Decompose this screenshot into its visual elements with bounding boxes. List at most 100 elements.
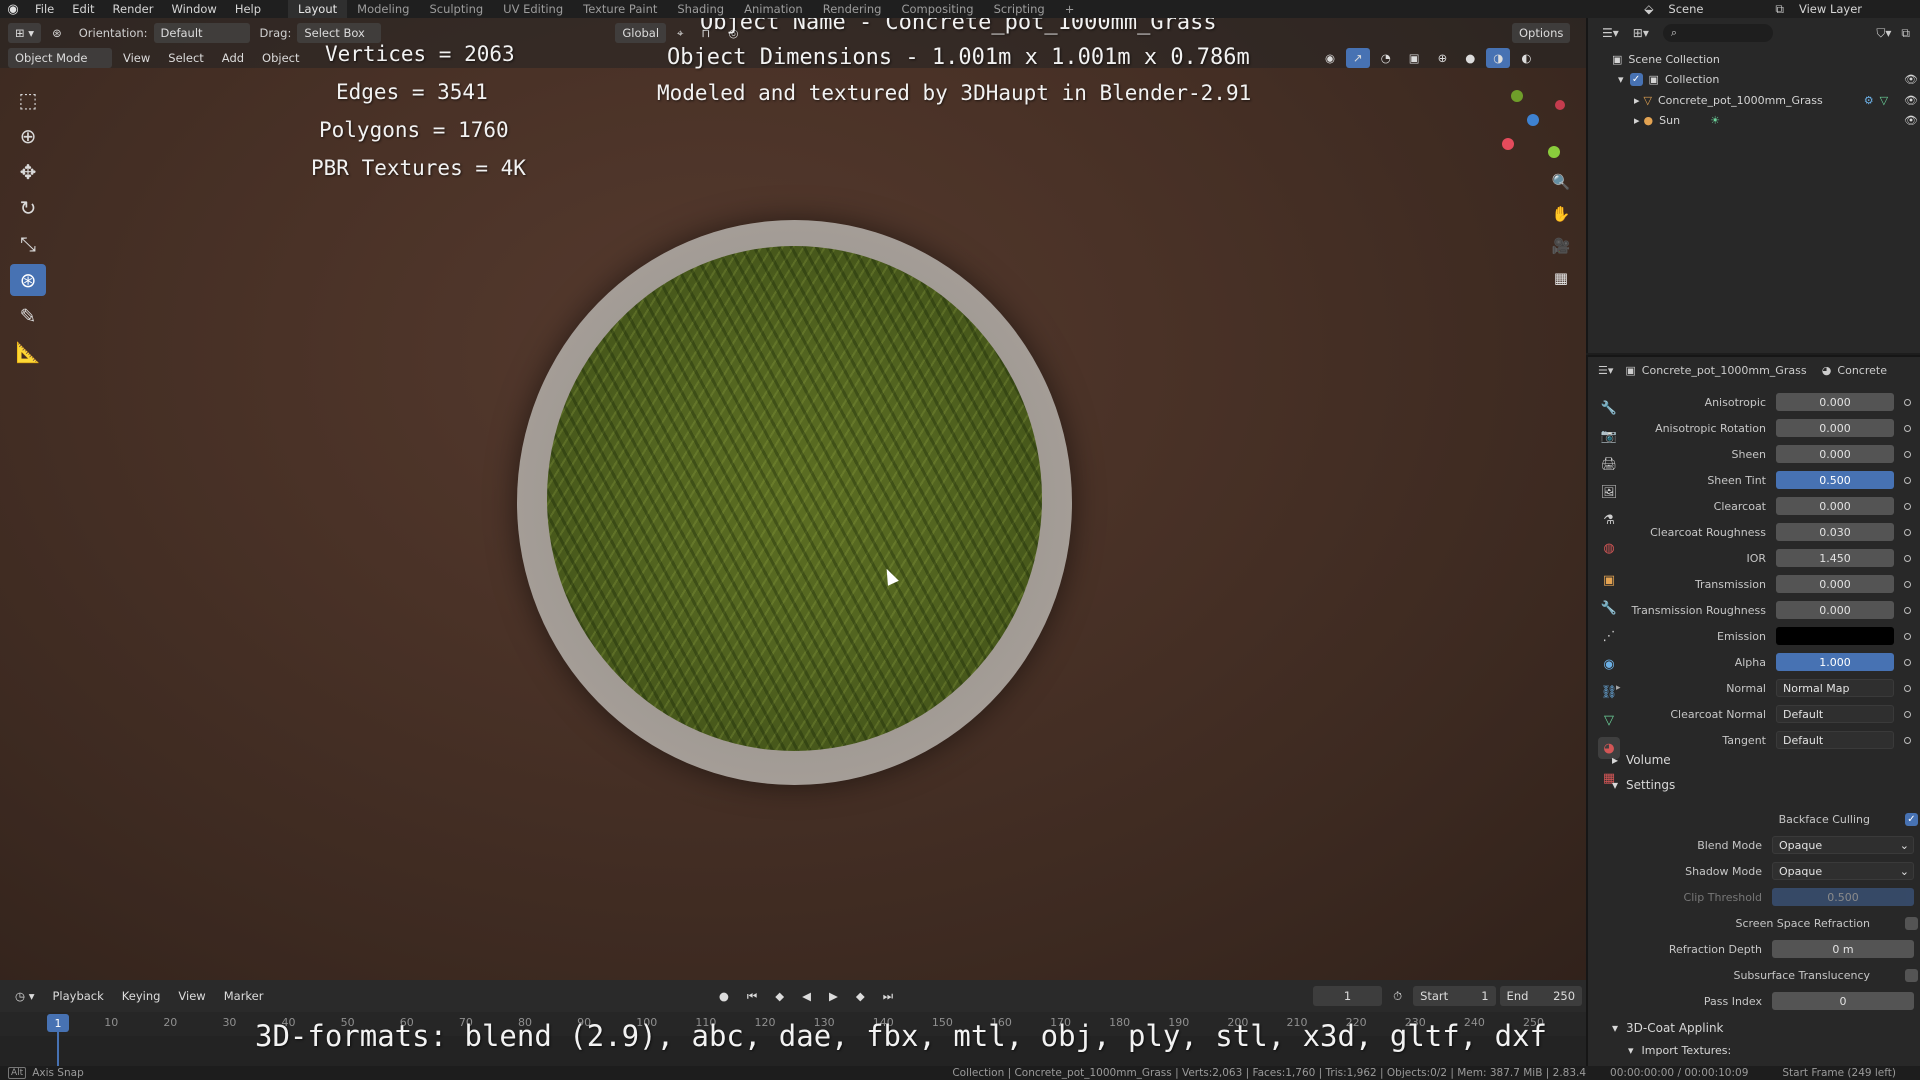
modifier-properties-icon[interactable]: 🔧 [1598, 597, 1620, 619]
zoom-icon[interactable]: 🔍 [1547, 168, 1575, 196]
properties-editor-type-icon[interactable]: ☰▾ [1598, 364, 1613, 377]
scene-icon[interactable]: ⬙ [1638, 2, 1659, 16]
data-properties-icon[interactable]: ▽ [1598, 709, 1620, 731]
menu-view[interactable]: View [116, 48, 157, 68]
start-frame-field[interactable]: Start 1 [1413, 986, 1496, 1006]
axis-y-icon[interactable] [1511, 90, 1523, 102]
gizmo-toggle-icon[interactable]: ↗ [1346, 48, 1370, 68]
menu-object[interactable]: Object [255, 48, 306, 68]
property-field[interactable]: 0.030 [1776, 523, 1894, 541]
menu-help[interactable]: Help [226, 0, 270, 18]
overlay-toggle-icon[interactable]: ◔ [1374, 48, 1398, 68]
perspective-toggle-icon[interactable]: ▦ [1547, 264, 1575, 292]
rotate-tool-icon[interactable]: ↻ [10, 192, 46, 224]
solid-shading-icon[interactable]: ● [1458, 48, 1482, 68]
material-shading-icon[interactable]: ◑ [1486, 48, 1511, 68]
socket-dot-icon[interactable] [1904, 580, 1911, 588]
tool-properties-icon[interactable]: 🔧 [1598, 397, 1620, 419]
particles-properties-icon[interactable]: ⋰ [1598, 625, 1620, 647]
tab-texture-paint[interactable]: Texture Paint [573, 0, 667, 18]
play-reverse-icon[interactable]: ◀ [795, 986, 818, 1006]
preview-range-icon[interactable]: ⏱ [1386, 986, 1409, 1006]
transform-tool-icon[interactable]: ⊛ [10, 264, 46, 296]
socket-dot-icon[interactable] [1904, 476, 1911, 484]
transform-orientation-dropdown[interactable]: Global [615, 23, 667, 43]
jump-start-icon[interactable]: ⏮ [740, 986, 764, 1006]
property-field[interactable]: 0.500 [1776, 471, 1894, 489]
object-row[interactable]: ▸ ▽ Concrete_pot_1000mm_Grass ⚙ ▽ 👁 [1634, 91, 1918, 109]
expand-arrow-icon[interactable]: ▸ [1634, 114, 1640, 127]
ssr-checkbox[interactable] [1905, 916, 1918, 930]
measure-tool-icon[interactable]: 📐 [10, 336, 46, 368]
tab-uv-editing[interactable]: UV Editing [493, 0, 573, 18]
world-properties-icon[interactable]: ◍ [1598, 537, 1620, 559]
tab-modeling[interactable]: Modeling [347, 0, 419, 18]
property-link-arrow-icon[interactable]: ▸ [1616, 683, 1621, 693]
output-properties-icon[interactable]: 🖨 [1598, 453, 1620, 475]
sun-data-icon[interactable]: ☀ [1710, 114, 1720, 127]
property-field[interactable]: 0.000 [1776, 497, 1894, 515]
new-collection-icon[interactable]: ⧉ [1901, 26, 1910, 41]
blend-mode-dropdown[interactable]: Opaque ⌄ [1772, 836, 1914, 854]
view-layer-selector[interactable]: View Layer [1790, 0, 1920, 18]
socket-dot-icon[interactable] [1904, 658, 1911, 666]
collection-checkbox[interactable]: ✓ [1629, 72, 1643, 86]
menu-select[interactable]: Select [161, 48, 210, 68]
collection-visibility-icon[interactable]: 👁 [1904, 73, 1918, 86]
volume-panel-header[interactable]: ▸ Volume [1612, 753, 1671, 767]
clip-threshold-slider[interactable]: 0.500 [1772, 888, 1914, 906]
subsurface-checkbox[interactable] [1905, 968, 1918, 982]
import-textures-header[interactable]: ▾ Import Textures: [1628, 1044, 1731, 1057]
socket-dot-icon[interactable] [1904, 606, 1911, 614]
socket-dot-icon[interactable] [1904, 710, 1911, 718]
axis-neg-x-icon[interactable] [1502, 138, 1514, 150]
playback-menu[interactable]: Playback [45, 986, 110, 1006]
move-tool-icon[interactable]: ✥ [10, 156, 46, 188]
expand-arrow-icon[interactable]: ▾ [1618, 73, 1624, 86]
select-box-icon[interactable]: ⬚ [10, 84, 46, 116]
socket-dot-icon[interactable] [1904, 450, 1911, 458]
property-field[interactable]: 0.000 [1776, 393, 1894, 411]
property-field[interactable]: Default [1776, 731, 1894, 749]
tab-layout[interactable]: Layout [288, 0, 348, 18]
axis-x-icon[interactable] [1555, 100, 1565, 110]
view-layer-properties-icon[interactable]: 🖼 [1598, 481, 1620, 503]
shadow-mode-dropdown[interactable]: Opaque ⌄ [1772, 862, 1914, 880]
view-layer-icon[interactable]: ⧉ [1769, 2, 1790, 17]
property-field[interactable]: 1.450 [1776, 549, 1894, 567]
editor-type-button[interactable]: ⊞ ▾ [8, 23, 42, 43]
drag-dropdown[interactable]: Select Box [297, 23, 382, 43]
current-frame-indicator[interactable]: 1 [47, 1014, 69, 1032]
menu-render[interactable]: Render [104, 0, 163, 18]
mode-dropdown[interactable]: Object Mode [8, 48, 112, 68]
property-field[interactable]: 0.000 [1776, 419, 1894, 437]
sun-row[interactable]: ▸ ● Sun ☀ 👁 [1634, 111, 1918, 129]
wireframe-shading-icon[interactable]: ⊕ [1431, 48, 1455, 68]
orientation-dropdown[interactable]: Default [153, 23, 250, 43]
menu-file[interactable]: File [26, 0, 63, 18]
property-field[interactable]: 0.000 [1776, 575, 1894, 593]
filter-icon[interactable]: ⛉▾ [1876, 26, 1891, 41]
physics-properties-icon[interactable]: ◉ [1598, 653, 1620, 675]
socket-dot-icon[interactable] [1904, 398, 1911, 406]
socket-dot-icon[interactable] [1904, 424, 1911, 432]
object-properties-icon[interactable]: ▣ [1598, 569, 1620, 591]
pivot-icon[interactable]: ⌖ [670, 23, 690, 43]
display-mode-icon[interactable]: ⊞▾ [1633, 26, 1649, 40]
menu-edit[interactable]: Edit [63, 0, 103, 18]
property-field[interactable]: 0.000 [1776, 601, 1894, 619]
3d-viewport[interactable]: ⊞ ▾ ⊛ Orientation: Default Drag: Select … [0, 18, 1586, 980]
end-frame-field[interactable]: End 250 [1499, 986, 1583, 1006]
jump-end-icon[interactable]: ⏭ [876, 986, 900, 1006]
property-field[interactable]: 0.000 [1776, 445, 1894, 463]
scene-selector[interactable]: Scene [1659, 0, 1769, 18]
next-keyframe-icon[interactable]: ◆ [849, 986, 872, 1006]
visibility-icon[interactable]: ◉ [1318, 48, 1342, 68]
applink-panel-header[interactable]: ▾ 3D-Coat Applink [1612, 1021, 1724, 1035]
outliner-editor-type-icon[interactable]: ☰▾ [1602, 26, 1619, 40]
play-icon[interactable]: ▶ [822, 986, 845, 1006]
property-field[interactable]: 1.000 [1776, 653, 1894, 671]
object-visibility-icon[interactable]: 👁 [1904, 94, 1918, 107]
socket-dot-icon[interactable] [1904, 502, 1911, 510]
tab-shading[interactable]: Shading [667, 0, 734, 18]
